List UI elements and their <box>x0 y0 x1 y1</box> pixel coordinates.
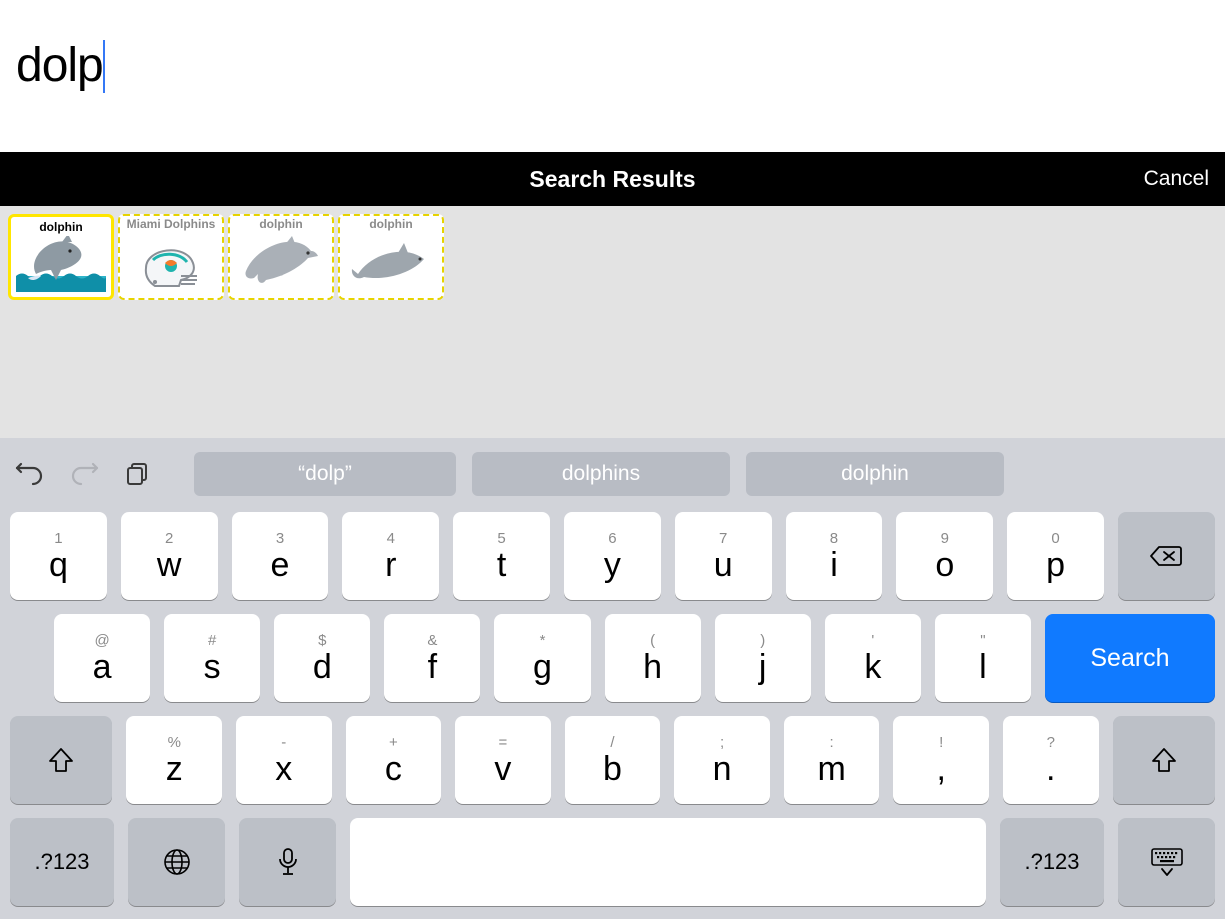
key-p[interactable]: 0p <box>1007 512 1104 600</box>
result-tile-2[interactable]: dolphin <box>228 214 334 300</box>
key-j[interactable]: )j <box>715 614 811 702</box>
result-label: dolphin <box>259 218 302 231</box>
results-header: Search Results Cancel <box>0 152 1225 206</box>
backspace-key[interactable] <box>1118 512 1215 600</box>
suggestion-0[interactable]: “dolp” <box>194 452 456 496</box>
key-u[interactable]: 7u <box>675 512 772 600</box>
suggestion-2[interactable]: dolphin <box>746 452 1004 496</box>
keyboard-toolbar: “dolp” dolphins dolphin <box>0 450 1225 498</box>
result-label: Miami Dolphins <box>127 218 216 231</box>
key-f[interactable]: &f <box>384 614 480 702</box>
result-label: dolphin <box>369 218 412 231</box>
symbols-key-left[interactable]: .?123 <box>10 818 114 906</box>
dismiss-keyboard-key[interactable] <box>1118 818 1215 906</box>
key-row-1: 1q2w3e4r5t6y7u8i9o0p <box>0 512 1225 600</box>
key-o[interactable]: 9o <box>896 512 993 600</box>
redo-icon[interactable] <box>64 456 104 492</box>
key-z[interactable]: %z <box>126 716 222 804</box>
key-q[interactable]: 1q <box>10 512 107 600</box>
results-title: Search Results <box>529 166 695 193</box>
football-helmet-icon <box>122 231 220 296</box>
key-i[interactable]: 8i <box>786 512 883 600</box>
key-s[interactable]: #s <box>164 614 260 702</box>
key-m[interactable]: :m <box>784 716 880 804</box>
result-tile-3[interactable]: dolphin <box>338 214 444 300</box>
search-input-text: dolp <box>16 40 105 93</box>
key-row-4: .?123 .?123 <box>0 818 1225 906</box>
suggestion-1[interactable]: dolphins <box>472 452 730 496</box>
globe-key[interactable] <box>128 818 225 906</box>
result-tile-0[interactable]: dolphin <box>8 214 114 300</box>
key-.[interactable]: ?. <box>1003 716 1099 804</box>
key-g[interactable]: *g <box>494 614 590 702</box>
symbols-key-right[interactable]: .?123 <box>1000 818 1104 906</box>
key-e[interactable]: 3e <box>232 512 329 600</box>
key-v[interactable]: =v <box>455 716 551 804</box>
dolphin-jumping-icon <box>15 234 107 293</box>
key-r[interactable]: 4r <box>342 512 439 600</box>
dolphin-gray-icon <box>232 231 330 296</box>
key-n[interactable]: ;n <box>674 716 770 804</box>
result-tile-1[interactable]: Miami Dolphins <box>118 214 224 300</box>
key-t[interactable]: 5t <box>453 512 550 600</box>
key-w[interactable]: 2w <box>121 512 218 600</box>
key-l[interactable]: "l <box>935 614 1031 702</box>
result-label: dolphin <box>39 221 82 234</box>
clipboard-icon[interactable] <box>118 456 158 492</box>
key-x[interactable]: -x <box>236 716 332 804</box>
space-key[interactable] <box>350 818 986 906</box>
key-,[interactable]: !, <box>893 716 989 804</box>
shift-key-left[interactable] <box>10 716 112 804</box>
search-input-area[interactable]: dolp <box>0 0 1225 152</box>
key-d[interactable]: $d <box>274 614 370 702</box>
key-k[interactable]: 'k <box>825 614 921 702</box>
on-screen-keyboard: “dolp” dolphins dolphin 1q2w3e4r5t6y7u8i… <box>0 438 1225 919</box>
key-row-3: %z-x+c=v/b;n:m!,?. <box>0 716 1225 804</box>
cancel-button[interactable]: Cancel <box>1144 167 1209 191</box>
undo-icon[interactable] <box>10 456 50 492</box>
dolphin-simple-icon <box>342 231 440 296</box>
key-b[interactable]: /b <box>565 716 661 804</box>
shift-key-right[interactable] <box>1113 716 1215 804</box>
search-key[interactable]: Search <box>1045 614 1215 702</box>
key-h[interactable]: (h <box>605 614 701 702</box>
results-grid: dolphin Miami Dolphins <box>0 206 1225 438</box>
key-y[interactable]: 6y <box>564 512 661 600</box>
dictation-key[interactable] <box>239 818 336 906</box>
key-row-2: @a#s$d&f*g(h)j'k"lSearch <box>0 614 1225 702</box>
key-c[interactable]: +c <box>346 716 442 804</box>
key-a[interactable]: @a <box>54 614 150 702</box>
